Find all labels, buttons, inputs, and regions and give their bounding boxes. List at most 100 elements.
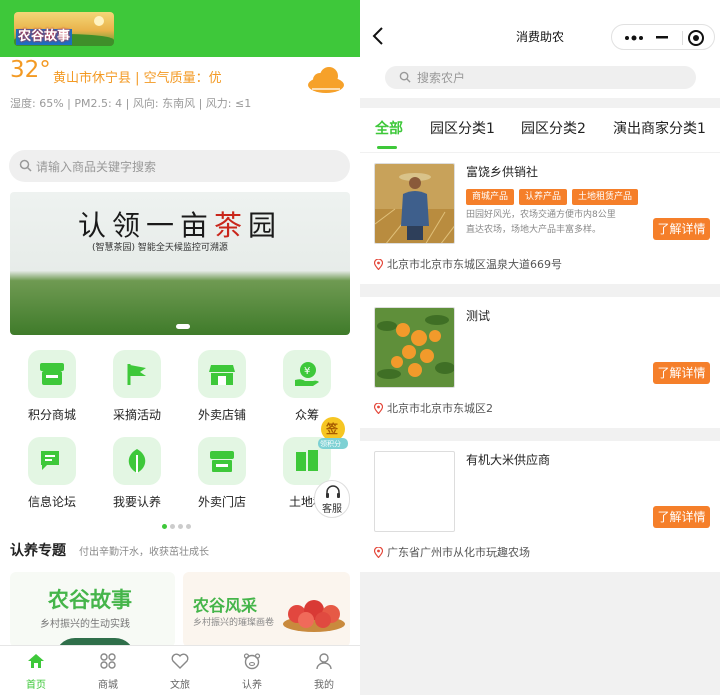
- tab-culture-travel[interactable]: 文旅: [144, 646, 216, 691]
- category-tab-all[interactable]: 全部: [375, 118, 403, 138]
- grid-item-points-mall[interactable]: 积分商城: [12, 350, 92, 423]
- weather-details: 湿度: 65% | PM2.5: 4 | 风向: 东南风 | 风力: ≤1: [10, 97, 252, 110]
- grid-item-label: 信息论坛: [27, 495, 76, 509]
- farmer-name: 测试: [466, 309, 491, 323]
- pager-dot: [162, 524, 167, 529]
- home-icon: [28, 654, 44, 668]
- pager-dot: [170, 524, 175, 529]
- search-icon: [19, 159, 32, 172]
- learn-more-button[interactable]: 了解详情: [653, 506, 710, 528]
- category-tab-park1[interactable]: 园区分类1: [430, 118, 495, 138]
- card-subtitle: 乡村振兴的璀璨画卷: [193, 618, 275, 628]
- logo-sun-icon: [94, 16, 104, 26]
- location-pin-icon: [374, 403, 383, 414]
- close-target-icon[interactable]: [687, 29, 705, 47]
- money-hand-icon: ¥: [283, 350, 331, 398]
- tag-adopt-product: 认养产品: [519, 189, 568, 205]
- pager-dot: [186, 524, 191, 529]
- tag-mall-product: 商城产品: [466, 189, 515, 205]
- banner-title-accent: 茶: [213, 209, 248, 242]
- farmer-list-item[interactable]: 测试 了解详情 北京市北京市东城区2: [360, 297, 720, 428]
- banner-subtitle: (智慧茶园) 智能全天候监控可溯源: [92, 243, 228, 253]
- farmer-name: 富饶乡供销社: [466, 165, 539, 179]
- category-tab-park2[interactable]: 园区分类2: [521, 118, 586, 138]
- screen: 农谷故事 32° 黄山市休宁县 | 空气质量：优 湿度: 65% | PM2.5…: [0, 0, 720, 695]
- tag-land-lease-product: 土地租赁产品: [572, 189, 639, 205]
- grid-icon: [100, 653, 116, 669]
- mini-program-capsule: [611, 24, 715, 50]
- grid-item-label: 外卖门店: [197, 495, 246, 509]
- farmer-list-page: 消费助农 搜索农户 全部 园区分类1 园区分类2 演出商家分类1 富饶乡供销社 …: [360, 0, 720, 695]
- topic-card-story[interactable]: 农谷故事 乡村振兴的生动实践: [10, 572, 175, 647]
- grid-item-label: 积分商城: [27, 408, 76, 422]
- address-text: 北京市北京市东城区温泉大道669号: [387, 258, 562, 271]
- product-tags: 商城产品 认养产品 土地租赁产品: [466, 184, 643, 205]
- tab-label: 认养: [242, 680, 262, 691]
- tab-label: 商城: [98, 680, 118, 691]
- header-bar: 农谷故事: [0, 0, 360, 57]
- grid-item-label: 我要认养: [112, 495, 161, 509]
- banner-title: 认领一亩茶园: [10, 204, 350, 244]
- apple-basket-icon: [283, 600, 345, 632]
- svg-text:¥: ¥: [304, 366, 310, 377]
- active-tab-indicator: [377, 146, 397, 149]
- search-placeholder: 请输入商品关键字搜索: [36, 160, 157, 174]
- orange-photo: [374, 307, 455, 388]
- service-label: 客服: [322, 504, 342, 515]
- farmer-address: 北京市北京市东城区温泉大道669号: [374, 256, 562, 272]
- empty-photo: [374, 451, 455, 532]
- user-icon: [316, 653, 332, 670]
- farmer-list-item[interactable]: 有机大米供应商 了解详情 广东省广州市从化市玩趣农场: [360, 441, 720, 572]
- sign-label: 签: [326, 422, 339, 436]
- card-title: 农谷故事: [48, 588, 132, 612]
- more-dots-icon[interactable]: [624, 34, 644, 42]
- tab-label: 文旅: [170, 680, 190, 691]
- topic-card-style[interactable]: 农谷风采 乡村振兴的璀璨画卷: [183, 572, 350, 647]
- minimize-icon[interactable]: [656, 36, 668, 39]
- grid-item-forum[interactable]: 信息论坛: [12, 437, 92, 510]
- tab-mall[interactable]: 商城: [72, 646, 144, 691]
- promo-banner[interactable]: 认领一亩茶园 (智慧茶园) 智能全天候监控可溯源: [10, 192, 350, 335]
- farmer-list-item[interactable]: 富饶乡供销社 商城产品 认养产品 土地租赁产品 田园好风光，农场交通方便市内8公里 …: [360, 153, 720, 284]
- grid-item-crowdfunding[interactable]: ¥ 众筹: [267, 350, 347, 423]
- tab-mine[interactable]: 我的: [288, 646, 360, 691]
- banner-title-part2: 园: [248, 209, 283, 242]
- grid-item-takeout-shop[interactable]: 外卖店铺: [182, 350, 262, 423]
- grid-item-picking[interactable]: 采摘活动: [97, 350, 177, 423]
- description-line: 田园好风光，农场交通方便市内8公里: [466, 210, 616, 220]
- customer-service-button[interactable]: 客服: [314, 480, 350, 518]
- address-text: 广东省广州市从化市玩趣农场: [387, 546, 530, 559]
- search-input[interactable]: 请输入商品关键字搜索: [9, 150, 350, 182]
- section-title: 认养专题: [10, 543, 66, 559]
- logo: 农谷故事: [14, 12, 114, 46]
- leaf-icon: [113, 437, 161, 485]
- section-subtitle: 付出辛勤汗水，收获茁壮成长: [79, 547, 209, 558]
- farmer-address: 广东省广州市从化市玩趣农场: [374, 544, 530, 560]
- logo-text: 农谷故事: [16, 29, 73, 45]
- grid-item-adopt[interactable]: 我要认养: [97, 437, 177, 510]
- pig-icon: [243, 653, 261, 670]
- location-pin-icon: [374, 547, 383, 558]
- learn-more-button[interactable]: 了解详情: [653, 218, 710, 240]
- card-subtitle: 乡村振兴的生动实践: [40, 619, 130, 630]
- learn-more-button[interactable]: 了解详情: [653, 362, 710, 384]
- grid-item-takeout-store[interactable]: 外卖门店: [182, 437, 262, 510]
- chat-icon: [28, 437, 76, 485]
- category-tabs: 全部 园区分类1 园区分类2 演出商家分类1: [360, 108, 720, 152]
- farmer-search-input[interactable]: 搜索农户: [385, 66, 696, 89]
- bottom-tab-bar: 首页 商城 文旅 认养 我的: [0, 645, 360, 695]
- cloud-icon: [308, 67, 344, 93]
- sign-in-button[interactable]: 签 领积分: [316, 416, 350, 452]
- search-icon: [399, 71, 411, 83]
- capsule-divider: [682, 31, 683, 45]
- tab-adopt[interactable]: 认养: [216, 646, 288, 691]
- pager-dot: [178, 524, 183, 529]
- tab-label: 首页: [26, 680, 46, 691]
- tab-home[interactable]: 首页: [0, 646, 72, 691]
- storefront-icon: [198, 437, 246, 485]
- category-tab-performer1[interactable]: 演出商家分类1: [613, 118, 706, 138]
- card-title: 农谷风采: [193, 596, 258, 615]
- grid-pager: [162, 514, 194, 533]
- heart-icon: [171, 653, 189, 669]
- farmer-name: 有机大米供应商: [466, 453, 551, 467]
